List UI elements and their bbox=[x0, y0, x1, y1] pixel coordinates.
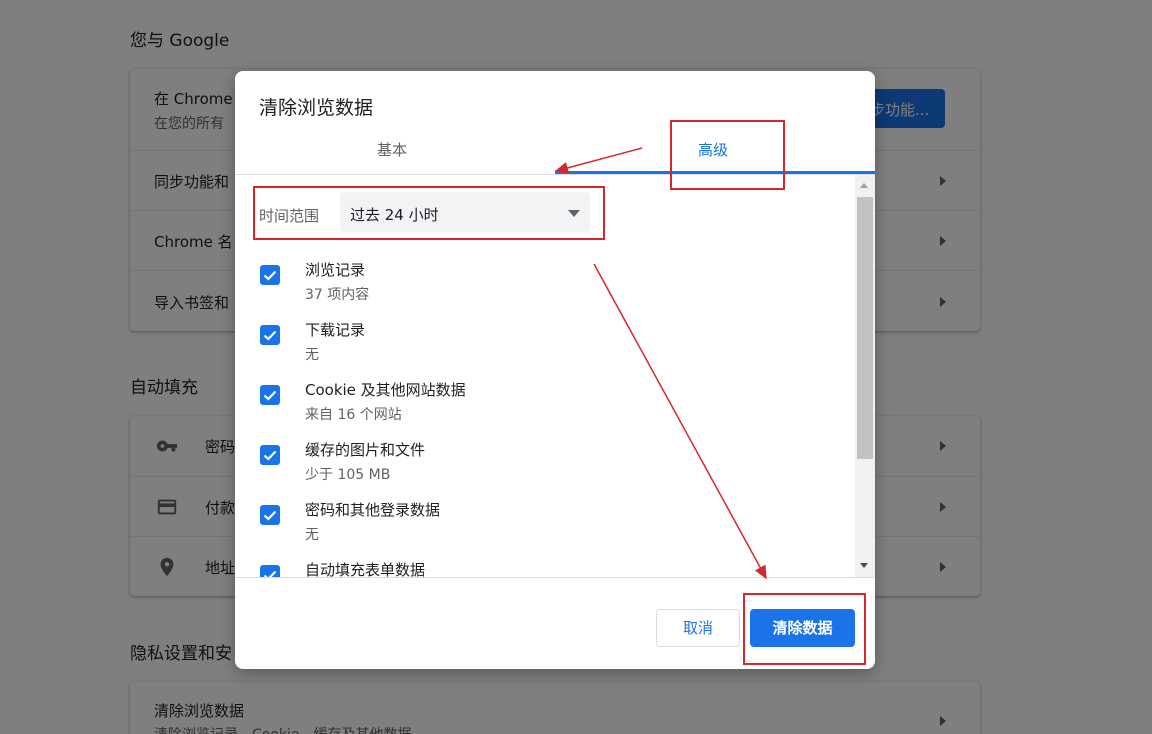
annotation-arrow-to-clear bbox=[593, 263, 767, 580]
annotation-arrows bbox=[554, 147, 767, 580]
annotation-arrow-to-tab bbox=[554, 147, 643, 174]
